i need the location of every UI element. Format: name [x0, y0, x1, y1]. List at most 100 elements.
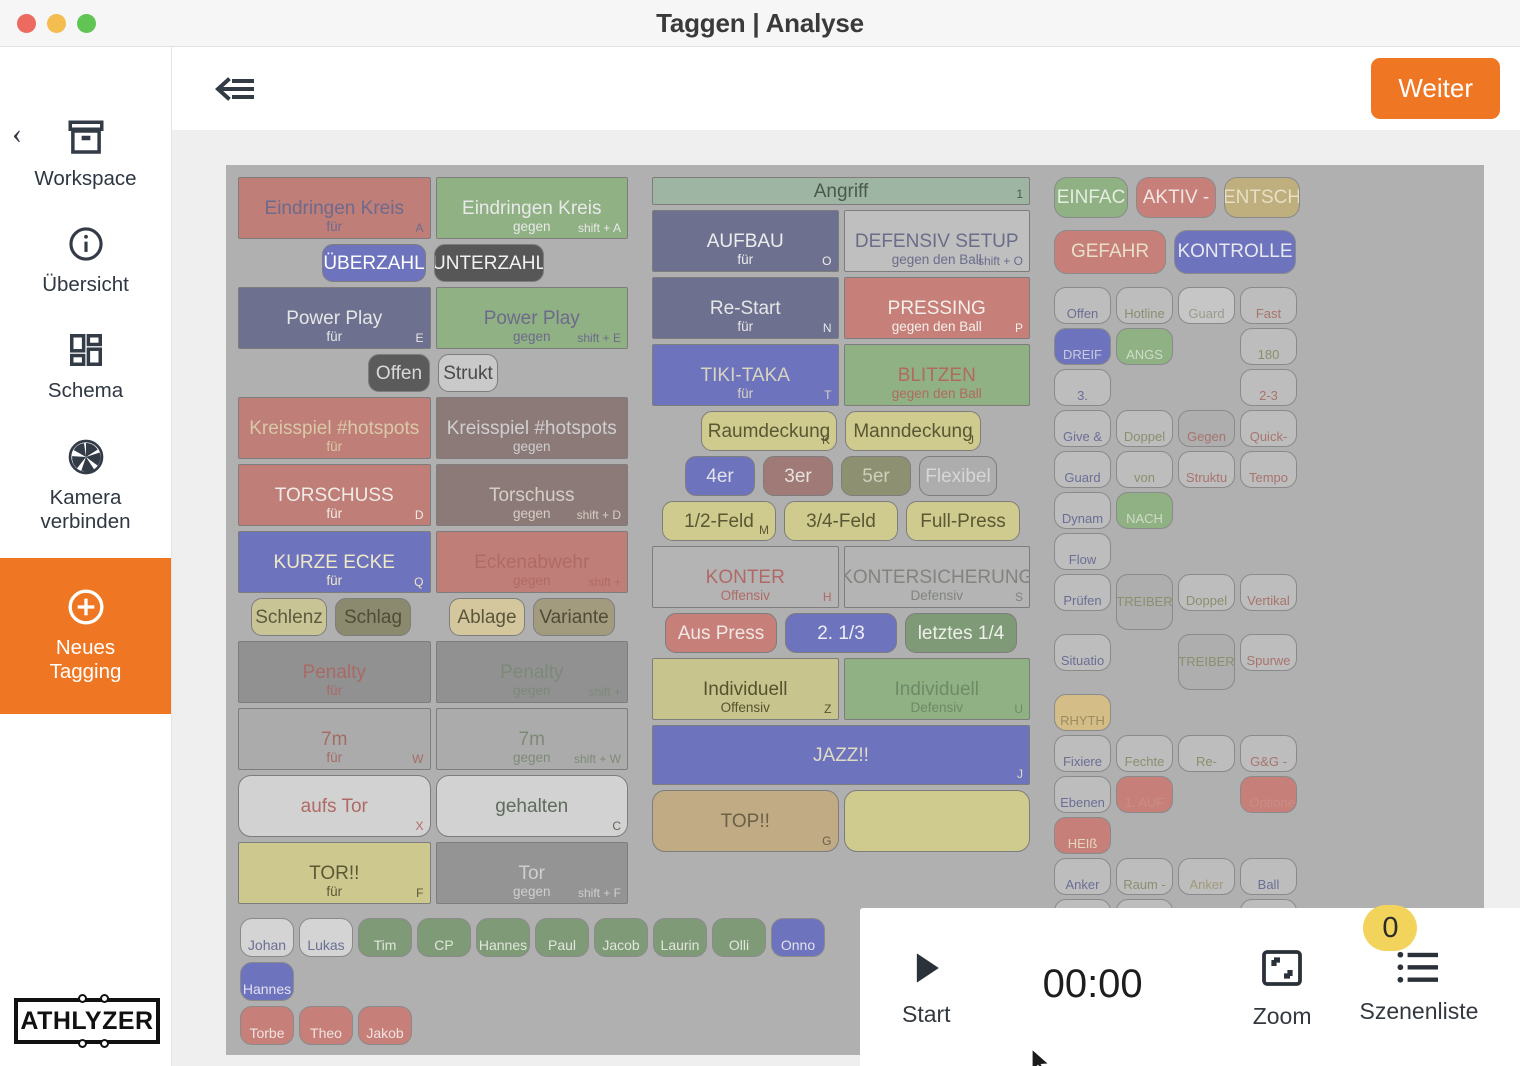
tag-chip[interactable]: 3. — [1054, 369, 1111, 406]
player-chip[interactable]: Laurin — [653, 918, 707, 957]
tag-button[interactable]: JAZZ!! J — [652, 725, 1030, 785]
tag-button[interactable]: UNTERZAHL — [434, 244, 544, 282]
tag-button[interactable]: PRESSING gegen den Ball P — [843, 277, 1030, 339]
tag-chip[interactable]: Quick- — [1240, 410, 1297, 447]
player-chip[interactable]: Paul — [535, 918, 589, 957]
tag-chip[interactable]: Ball — [1240, 858, 1297, 895]
tag-button[interactable]: Eckenabwehr gegen shift + — [435, 531, 628, 593]
tag-button[interactable]: TOP!! G — [652, 790, 839, 852]
back-chevron-icon[interactable]: ‹ — [12, 119, 22, 149]
tag-button[interactable]: Kreisspiel #hotspots gegen — [435, 397, 628, 459]
tag-chip[interactable]: Vertikal — [1240, 574, 1297, 611]
tag-chip[interactable]: Gegen — [1178, 410, 1235, 447]
zoom-button[interactable]: Zoom — [1253, 944, 1311, 1030]
tag-button[interactable]: 2. 1/3 — [785, 613, 897, 653]
player-chip[interactable]: Hannes — [476, 918, 530, 957]
tag-button[interactable]: DEFENSIV SETUP gegen den Ball shift + O — [843, 210, 1030, 272]
player-chip[interactable]: Olli — [712, 918, 766, 957]
tag-chip[interactable]: Guard — [1178, 287, 1235, 324]
tag-chip[interactable]: Spurwe — [1240, 634, 1297, 671]
tag-button[interactable]: BLITZEN gegen den Ball — [843, 344, 1030, 406]
tag-chip[interactable]: Situatio — [1054, 634, 1111, 671]
sidebar-item-schema[interactable]: Schema — [0, 309, 171, 415]
sidebar-item-uebersicht[interactable]: Übersicht — [0, 203, 171, 309]
tag-chip[interactable]: von — [1116, 451, 1173, 488]
tag-button[interactable]: AUFBAU für O — [652, 210, 839, 272]
tag-button[interactable]: Ablage — [449, 598, 525, 636]
player-chip[interactable]: Torbe — [240, 1006, 294, 1045]
tag-button[interactable]: TIKI-TAKA für T — [652, 344, 839, 406]
tag-chip[interactable]: Doppel — [1178, 574, 1235, 611]
tag-chip[interactable]: Re- — [1178, 735, 1235, 772]
tag-chip[interactable]: Fechte — [1116, 735, 1173, 772]
tag-chip[interactable]: NACH — [1116, 492, 1173, 529]
tag-chip[interactable]: Give & — [1054, 410, 1111, 447]
tag-button[interactable]: KONTROLLE — [1174, 230, 1296, 274]
tag-chip[interactable]: 180 — [1240, 328, 1297, 365]
tag-button[interactable]: ENTSCH — [1224, 177, 1300, 218]
player-chip[interactable]: Jakob — [358, 1006, 412, 1045]
tag-button[interactable]: 4er — [685, 456, 755, 496]
tag-button[interactable]: KONTER Offensiv H — [652, 546, 839, 608]
tag-chip[interactable]: Guard — [1054, 451, 1111, 488]
tag-button[interactable]: Re-Start für N — [652, 277, 839, 339]
weiter-button[interactable]: Weiter — [1371, 58, 1500, 119]
tag-button[interactable]: TOR!! für F — [238, 842, 431, 904]
tag-button[interactable]: AKTIV - — [1136, 177, 1216, 218]
tag-button[interactable]: Individuell Defensiv U — [843, 658, 1030, 720]
tag-chip[interactable]: TREIBER — [1116, 574, 1173, 630]
player-chip[interactable]: Jacob — [594, 918, 648, 957]
start-button[interactable]: Start — [902, 946, 951, 1028]
tag-button[interactable]: Eindringen Kreis für A — [238, 177, 431, 239]
tag-chip[interactable]: Fast — [1240, 287, 1297, 324]
tag-chip[interactable]: Ebenen — [1054, 776, 1111, 813]
tag-button[interactable]: Tor gegen shift + F — [435, 842, 628, 904]
player-chip[interactable]: Onno — [771, 918, 825, 957]
player-chip[interactable]: Johan — [240, 918, 294, 957]
tag-button[interactable]: Torschuss gegen shift + D — [435, 464, 628, 526]
tag-button[interactable]: KONTERSICHERUNG Defensiv S — [843, 546, 1030, 608]
tag-button[interactable]: Penalty gegen shift + — [435, 641, 628, 703]
tag-button[interactable]: GEFAHR — [1054, 230, 1166, 274]
tag-chip[interactable]: ANGS — [1116, 328, 1173, 365]
tag-button[interactable]: letztes 1/4 — [905, 613, 1017, 653]
tag-button[interactable]: Offen — [368, 354, 430, 392]
tag-chip[interactable]: 1. AUF — [1116, 776, 1173, 813]
tag-button[interactable]: Aus Press — [665, 613, 777, 653]
tag-button[interactable] — [843, 790, 1030, 852]
tag-chip[interactable]: Raum - — [1116, 858, 1173, 895]
tag-button[interactable]: Schlenz — [251, 598, 327, 636]
tag-chip[interactable]: 2-3 — [1240, 369, 1297, 406]
tag-chip[interactable]: TREIBER — [1178, 634, 1235, 690]
tag-chip[interactable]: Hotline — [1116, 287, 1173, 324]
tag-chip[interactable]: Struktu — [1178, 451, 1235, 488]
tag-button[interactable]: Schlag — [335, 598, 411, 636]
tag-button[interactable]: 7m gegen shift + W — [435, 708, 628, 770]
tag-button[interactable]: Strukt — [438, 354, 498, 392]
tag-chip[interactable]: Doppel — [1116, 410, 1173, 447]
tag-button[interactable]: 3er — [763, 456, 833, 496]
tag-chip[interactable]: Fixiere — [1054, 735, 1111, 772]
player-chip[interactable]: Theo — [299, 1006, 353, 1045]
tag-button[interactable]: Flexibel — [919, 456, 997, 496]
player-chip[interactable]: Tim — [358, 918, 412, 957]
tag-chip[interactable]: Anker — [1054, 858, 1111, 895]
tag-chip[interactable]: DREIF — [1054, 328, 1111, 365]
tag-button[interactable]: 7m für W — [238, 708, 431, 770]
tag-button[interactable]: Kreisspiel #hotspots für — [238, 397, 431, 459]
tag-button[interactable]: Power Play für E — [238, 287, 431, 349]
tag-chip[interactable]: Anker — [1178, 858, 1235, 895]
tag-button[interactable]: Eindringen Kreis gegen shift + A — [435, 177, 628, 239]
tag-button[interactable]: Variante — [533, 598, 615, 636]
szenenliste-button[interactable]: 0 Szenenliste — [1359, 905, 1478, 1025]
tag-button[interactable]: 1/2-Feld M — [662, 501, 776, 541]
tag-chip[interactable]: Offen — [1054, 287, 1111, 324]
tag-button[interactable]: Power Play gegen shift + E — [435, 287, 628, 349]
player-chip[interactable]: CP — [417, 918, 471, 957]
tag-button[interactable]: KURZE ECKE für Q — [238, 531, 431, 593]
collapse-left-icon[interactable] — [212, 74, 256, 104]
tag-button[interactable]: Angriff 1 — [652, 177, 1030, 205]
tag-button[interactable]: gehalten C — [435, 775, 628, 837]
tag-button[interactable]: 5er — [841, 456, 911, 496]
tag-chip[interactable]: Dynam — [1054, 492, 1111, 529]
